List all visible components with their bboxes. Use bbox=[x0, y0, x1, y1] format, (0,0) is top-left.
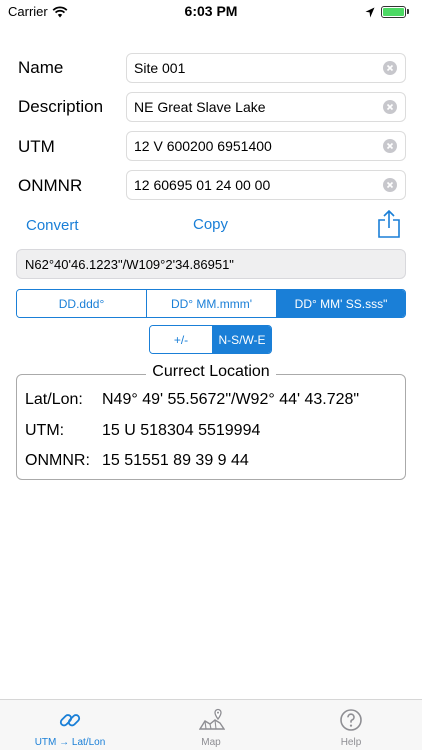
clear-name-icon[interactable] bbox=[383, 61, 397, 75]
onmnr-location-label: ONMNR: bbox=[25, 452, 90, 469]
onmnr-input[interactable] bbox=[127, 171, 367, 199]
clear-utm-icon[interactable] bbox=[383, 139, 397, 153]
tab-help-label: Help bbox=[340, 737, 362, 748]
clear-onmnr-icon[interactable] bbox=[383, 178, 397, 192]
tab-utm-latlon-label: UTM → Lat/Lon bbox=[34, 737, 106, 748]
battery-cap bbox=[407, 9, 409, 14]
tab-help[interactable]: Help bbox=[281, 700, 421, 750]
onmnr-location-value: 15 51551 89 39 9 44 bbox=[102, 452, 249, 469]
format-dd-segment[interactable]: DD.ddd° bbox=[17, 290, 146, 317]
format-ddmmss-segment[interactable]: DD° MM' SS.sss" bbox=[276, 290, 405, 317]
copy-button[interactable]: Copy bbox=[193, 216, 228, 233]
sign-nswe-segment[interactable]: N-S/W-E bbox=[212, 326, 271, 353]
format-segmented-control[interactable]: DD.ddd° DD° MM.mmm' DD° MM' SS.sss" bbox=[16, 289, 406, 318]
tab-map[interactable]: Map bbox=[141, 700, 281, 750]
link-icon bbox=[58, 708, 82, 737]
clock: 6:03 PM bbox=[184, 3, 238, 19]
latlon-value: N49° 49' 55.5672"/W92° 44' 43.728" bbox=[102, 391, 360, 408]
format-ddmm-segment[interactable]: DD° MM.mmm' bbox=[146, 290, 276, 317]
location-arrow-icon bbox=[365, 5, 375, 23]
help-icon bbox=[339, 708, 363, 737]
tab-utm-latlon[interactable]: UTM → Lat/Lon bbox=[0, 700, 140, 750]
name-input[interactable] bbox=[127, 54, 367, 82]
utm-location-label: UTM: bbox=[25, 422, 65, 439]
utm-location-value: 15 U 518304 5519994 bbox=[102, 422, 261, 439]
name-label: Name bbox=[18, 58, 64, 77]
tab-bar: UTM → Lat/Lon Map Help bbox=[0, 699, 422, 750]
convert-button[interactable]: Convert bbox=[26, 217, 79, 234]
clear-description-icon[interactable] bbox=[383, 100, 397, 114]
share-icon[interactable] bbox=[377, 209, 401, 244]
description-input[interactable] bbox=[127, 93, 367, 121]
current-location-title: Currect Location bbox=[0, 363, 422, 381]
description-field[interactable] bbox=[126, 92, 406, 122]
status-bar: Carrier 6:03 PM bbox=[0, 0, 422, 22]
utm-field[interactable] bbox=[126, 131, 406, 161]
onmnr-label: ONMNR bbox=[18, 176, 83, 195]
utm-label: UTM bbox=[18, 137, 55, 156]
sign-segmented-control[interactable]: +/- N-S/W-E bbox=[149, 325, 272, 354]
onmnr-field[interactable] bbox=[126, 170, 406, 200]
sign-plusminus-segment[interactable]: +/- bbox=[150, 326, 212, 353]
utm-input[interactable] bbox=[127, 132, 367, 160]
latlon-label: Lat/Lon: bbox=[25, 391, 83, 408]
name-field[interactable] bbox=[126, 53, 406, 83]
converted-coordinates: N62°40'46.1223"/W109°2'34.86951" bbox=[16, 249, 406, 279]
description-label: Description bbox=[18, 97, 104, 116]
map-icon bbox=[198, 708, 226, 737]
battery-icon bbox=[381, 6, 406, 18]
tab-map-label: Map bbox=[201, 737, 221, 748]
